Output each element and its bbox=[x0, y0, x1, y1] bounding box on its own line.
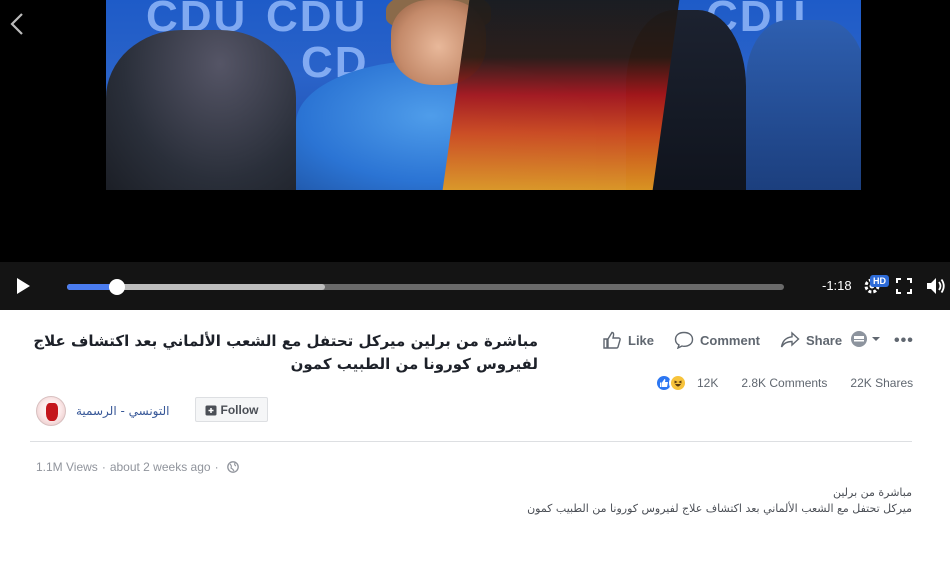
video-figure bbox=[746, 20, 861, 190]
action-bar: Like Comment Share bbox=[602, 330, 862, 350]
progress-thumb[interactable] bbox=[109, 279, 126, 295]
comment-icon bbox=[674, 331, 694, 349]
time-remaining: -1:18 bbox=[822, 278, 852, 293]
post-title: مباشرة من برلين ميركل تحتفل مع الشعب الأ… bbox=[33, 332, 538, 373]
video-player[interactable]: CDU CDU CD CDU -1:18 HD bbox=[0, 0, 950, 310]
divider bbox=[30, 441, 912, 442]
separator: · bbox=[214, 460, 219, 474]
hd-badge: HD bbox=[870, 275, 889, 287]
share-label: Share bbox=[805, 332, 843, 348]
reaction-icons[interactable] bbox=[655, 374, 687, 392]
like-label: Like bbox=[628, 332, 655, 348]
post-meta: 1.1M Views · about 2 weeks ago · bbox=[36, 460, 239, 474]
follow-icon bbox=[205, 405, 216, 415]
share-count[interactable]: 22K Shares bbox=[850, 376, 913, 390]
comment-button[interactable]: Comment bbox=[674, 331, 760, 349]
view-count: 1.1M Views bbox=[36, 460, 98, 474]
follow-button[interactable]: Follow bbox=[195, 397, 268, 422]
comment-label: Comment bbox=[700, 332, 760, 348]
separator: · bbox=[101, 460, 106, 474]
share-icon bbox=[780, 331, 800, 348]
flag-graphic bbox=[442, 0, 680, 190]
description-line: مباشرة من برلين bbox=[832, 486, 912, 499]
post-description: مباشرة من برلين ميركل تحتفل مع الشعب الأ… bbox=[500, 485, 912, 517]
avatar-logo bbox=[46, 403, 58, 421]
volume-icon[interactable] bbox=[925, 276, 947, 296]
engagement-stats: 12K 2.8K Comments 22K Shares bbox=[655, 374, 936, 392]
page-avatar[interactable] bbox=[36, 396, 66, 426]
globe-icon bbox=[226, 461, 239, 473]
chevron-down-icon bbox=[872, 337, 880, 341]
play-icon[interactable] bbox=[14, 277, 32, 295]
avatar-icon bbox=[851, 331, 867, 347]
video-frame[interactable]: CDU CDU CD CDU bbox=[106, 0, 861, 190]
video-controls: -1:18 HD bbox=[0, 262, 950, 310]
page-info: التونسي - الرسمية bbox=[36, 396, 169, 426]
progress-bar[interactable] bbox=[67, 279, 784, 295]
more-options-icon[interactable]: ••• bbox=[894, 332, 914, 350]
reaction-count[interactable]: 12K bbox=[697, 376, 718, 390]
like-button[interactable]: Like bbox=[602, 331, 654, 349]
thumbs-up-icon bbox=[603, 331, 621, 349]
follow-label: Follow bbox=[220, 402, 259, 417]
fullscreen-icon[interactable] bbox=[896, 278, 912, 294]
post-time[interactable]: about 2 weeks ago bbox=[110, 460, 211, 474]
audience-selector[interactable] bbox=[850, 330, 881, 348]
page-name-link[interactable]: التونسي - الرسمية bbox=[76, 404, 169, 418]
share-button[interactable]: Share bbox=[780, 331, 842, 349]
video-post: CDU CDU CD CDU -1:18 HD مباشرة من برلين … bbox=[0, 0, 950, 580]
comment-count[interactable]: 2.8K Comments bbox=[741, 376, 827, 390]
back-chevron-icon[interactable] bbox=[10, 12, 30, 40]
description-line: ميركل تحتفل مع الشعب الألماني بعد اكتشاف… bbox=[527, 502, 912, 515]
video-figure bbox=[106, 30, 296, 190]
frame-text: CDU bbox=[266, 0, 368, 41]
haha-reaction-icon bbox=[669, 374, 687, 392]
